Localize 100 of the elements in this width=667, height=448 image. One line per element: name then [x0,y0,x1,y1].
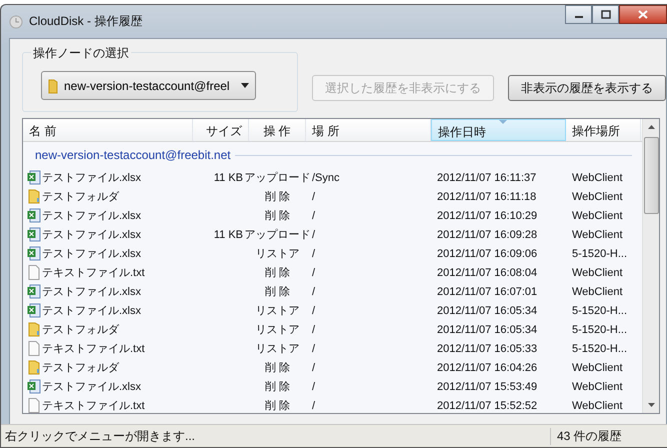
sort-arrow-icon [498,120,506,124]
close-button[interactable] [619,5,667,24]
cell-operation: リストア [256,247,300,261]
cell-place: / [312,286,316,298]
clock-icon [9,14,23,28]
cell-place: / [312,324,316,336]
cell-operation: アップロード [244,228,310,242]
cell-operation: 削 除 [264,266,290,280]
file-name: テストファイル.xlsx [42,228,141,242]
cell-place: / [312,380,316,392]
text-file-icon [27,341,41,356]
cell-operation: 削 除 [264,190,290,204]
spreadsheet-file-icon [27,246,41,261]
cell-operation: リストア [256,304,300,318]
file-name: テストファイル.xlsx [42,380,141,394]
group-header: new-version-testaccount@freebit.net [35,148,231,162]
cell-operation: 削 除 [264,399,290,413]
cell-operation: 削 除 [264,285,290,299]
cell-place: /Sync [312,172,340,184]
maximize-icon [600,10,610,19]
column-header[interactable]: 操作日時 [431,119,566,141]
column-header[interactable]: 操作場所 [566,119,641,141]
cell-datetime: 2012/11/07 15:52:52 [437,400,538,412]
cell-datetime: 2012/11/07 16:07:01 [437,286,538,298]
column-header[interactable]: 名 前 [23,119,193,141]
cell-datetime: 2012/11/07 16:08:04 [437,266,538,278]
minimize-button[interactable] [565,5,592,24]
scrollbar[interactable] [642,119,659,413]
cell-place: / [312,228,316,240]
cell-datetime: 2012/11/07 16:09:06 [437,248,538,260]
cell-place: / [312,304,316,316]
folder-icon [27,360,41,375]
file-name: テキストファイル.txt [42,399,145,413]
cell-size: 11 KB [214,228,243,240]
cell-datetime: 2012/11/07 16:11:37 [437,172,536,184]
cell-location: WebClient [572,190,623,202]
cell-datetime: 2012/11/07 16:04:26 [437,362,538,374]
column-header[interactable]: サイズ [193,119,249,141]
cell-datetime: 2012/11/07 16:05:34 [437,304,538,316]
spreadsheet-file-icon [27,379,41,394]
scrollbar-thumb[interactable] [644,137,658,214]
cell-location: WebClient [572,400,623,412]
caret-icon [241,83,249,88]
cell-datetime: 2012/11/07 16:10:29 [437,210,538,222]
cell-location: 5-1520-H... [572,304,628,316]
file-name: テストフォルダ [42,361,119,375]
cell-place: / [312,400,316,412]
cell-location: WebClient [572,266,623,278]
history-count: 43 件の履歴 [550,428,667,444]
maximize-button[interactable] [592,5,619,24]
spreadsheet-file-icon [27,208,41,223]
cell-operation: アップロード [244,170,310,185]
cell-location: 5-1520-H... [572,342,628,354]
file-name: テストファイル.xlsx [42,171,141,185]
scroll-up-icon [648,125,654,129]
group-label: 操作ノードの選択 [31,45,131,62]
file-name: テキストファイル.txt [42,266,145,280]
cell-location: WebClient [572,172,623,184]
file-name: テストファイル.xlsx [42,304,141,318]
cell-datetime: 2012/11/07 16:05:34 [437,324,538,336]
cell-place: / [312,266,316,278]
cell-place: / [312,362,316,374]
spreadsheet-file-icon [27,227,41,242]
cell-operation: リストア [256,342,300,356]
column-header[interactable]: 操 作 [249,119,306,141]
spreadsheet-file-icon [27,284,41,299]
spreadsheet-file-icon [27,170,41,185]
cell-operation: リストア [256,323,300,337]
file-name: テストフォルダ [42,323,119,337]
file-name: テストファイル.xlsx [42,285,141,299]
cell-datetime: 2012/11/07 15:53:49 [437,380,538,392]
close-icon [638,10,648,19]
cell-operation: 削 除 [264,380,290,394]
cell-location: 5-1520-H... [572,248,628,260]
folder-icon [27,189,41,204]
cell-location: 5-1520-H... [572,324,628,336]
file-name: テキストファイル.txt [42,342,145,356]
cell-place: / [312,210,316,222]
status-hint: 右クリックでメニューが開きます... [4,428,196,444]
file-name: テストフォルダ [42,190,119,204]
node-dropdown[interactable]: new-version-testaccount@freel [41,71,256,100]
action-button[interactable]: 非表示の履歴を表示する [508,75,666,101]
window-title: CloudDisk - 操作履歴 [29,13,142,30]
cell-location: WebClient [572,286,623,298]
cell-datetime: 2012/11/07 16:11:18 [437,190,536,202]
cell-location: WebClient [572,228,623,240]
spreadsheet-file-icon [27,303,41,318]
file-name: テストファイル.xlsx [42,209,141,223]
cell-location: WebClient [572,380,623,392]
cell-location: WebClient [572,362,623,374]
cell-datetime: 2012/11/07 16:05:33 [437,342,538,354]
file-name: テストファイル.xlsx [42,247,141,261]
cell-operation: 削 除 [264,361,290,375]
folder-icon [27,322,41,337]
scroll-down-icon [648,403,654,407]
cell-place: / [312,342,316,354]
cell-size: 11 KB [214,172,243,184]
cell-place: / [312,190,316,202]
cell-location: WebClient [572,210,623,222]
cell-datetime: 2012/11/07 16:09:28 [437,228,538,240]
